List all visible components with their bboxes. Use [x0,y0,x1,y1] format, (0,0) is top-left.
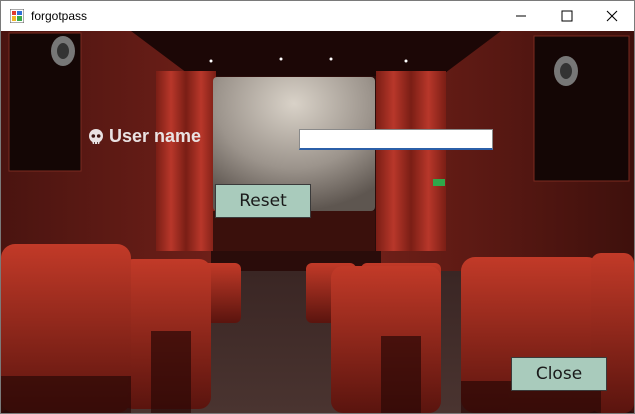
close-button[interactable]: Close [511,357,607,391]
username-label-text: User name [109,126,202,146]
cinema-background [1,31,634,413]
reset-button[interactable]: Reset [215,184,311,218]
form-client-area: User name Reset Close [1,31,634,413]
close-icon [606,10,618,22]
maximize-icon [561,10,573,22]
maximize-button[interactable] [544,1,590,31]
skull-icon [89,128,103,144]
window-title: forgotpass [31,9,88,23]
app-icon [10,9,24,23]
username-input[interactable] [299,129,493,150]
username-label: User name [87,126,201,147]
title-bar[interactable]: forgotpass [1,1,634,31]
forgotpass-window: forgotpass User name Reset Close [0,0,635,414]
minimize-icon [516,15,526,17]
minimize-button[interactable] [498,1,544,31]
close-window-button[interactable] [589,1,634,31]
